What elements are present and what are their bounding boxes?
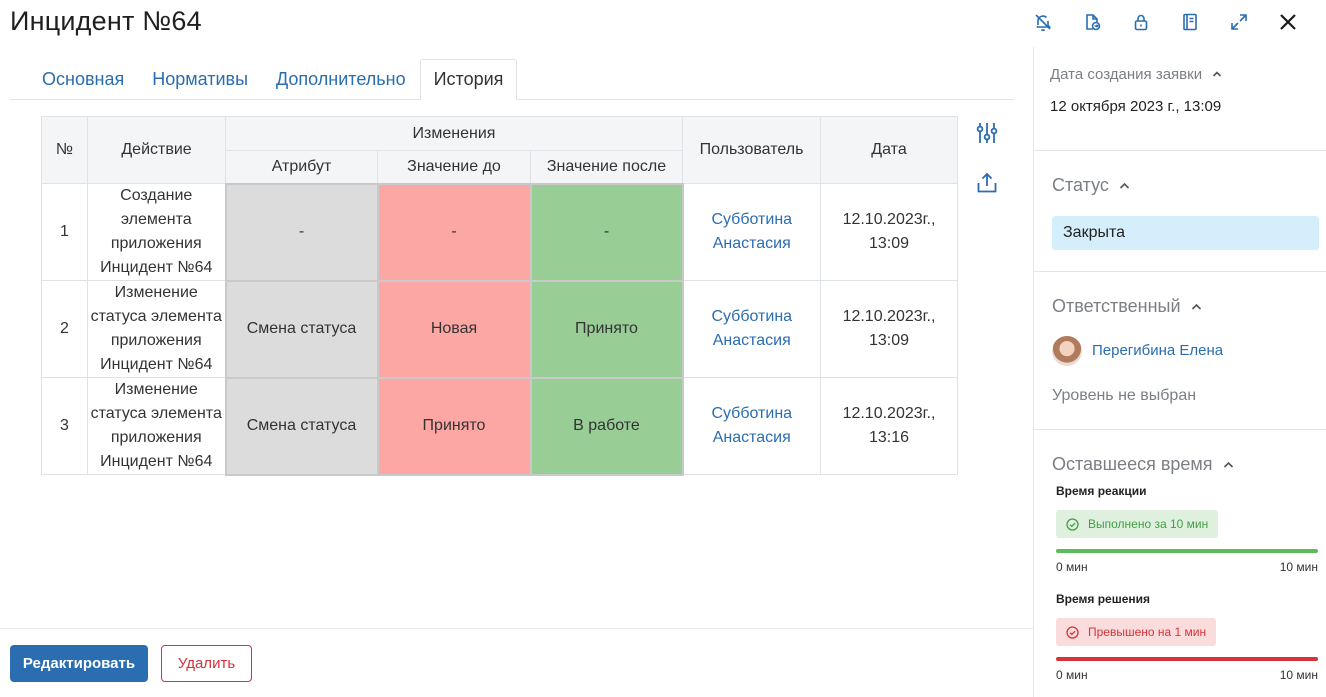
cell-after: - xyxy=(529,182,684,282)
user-link[interactable]: Субботина Анастасия xyxy=(711,405,792,446)
resolution-status-badge: Превышено на 1 мин xyxy=(1056,618,1217,646)
reaction-status-badge: Выполнено за 10 мин xyxy=(1056,510,1219,538)
col-header-changes: Изменения xyxy=(225,116,683,151)
resolution-time-title: Время решения xyxy=(1056,592,1151,606)
resolution-max-label: 10 мин xyxy=(1279,668,1318,682)
chevron-up-icon xyxy=(1119,177,1130,195)
reaction-min-label: 0 мин xyxy=(1056,560,1088,574)
panel-divider xyxy=(1034,150,1326,151)
col-header-date: Дата xyxy=(820,116,958,184)
remaining-time-label: Оставшееся время xyxy=(1052,454,1213,474)
panel-divider xyxy=(1034,271,1326,272)
cell-attribute: Смена статуса xyxy=(224,376,379,476)
check-circle-icon xyxy=(1066,625,1079,639)
footer-divider xyxy=(0,628,1033,629)
history-table: № Действие Изменения Пользователь Дата А… xyxy=(41,116,958,476)
avatar xyxy=(1052,336,1082,366)
remaining-time-header[interactable]: Оставшееся время xyxy=(1052,454,1234,475)
tab-bar: Основная Нормативы Дополнительно История xyxy=(10,59,1014,100)
col-header-attribute: Атрибут xyxy=(225,150,378,184)
cell-action: Изменение статуса элемента приложения Ин… xyxy=(87,377,226,475)
page-title: Инцидент №64 xyxy=(10,6,202,36)
cell-before: - xyxy=(376,182,532,282)
cell-num: 3 xyxy=(41,377,88,475)
created-date-header[interactable]: Дата создания заявки xyxy=(1050,65,1222,83)
cell-after: Принято xyxy=(529,279,684,379)
responsible-header[interactable]: Ответственный xyxy=(1052,296,1202,317)
col-header-before: Значение до xyxy=(377,150,531,184)
cell-before: Новая xyxy=(376,279,532,379)
cell-num: 2 xyxy=(41,280,88,378)
col-header-num: № xyxy=(41,116,88,184)
cell-user: Субботина Анастасия xyxy=(682,183,821,281)
close-icon[interactable] xyxy=(1263,9,1312,35)
chevron-up-icon xyxy=(1191,298,1202,316)
chevron-up-icon xyxy=(1212,65,1222,83)
chevron-up-icon xyxy=(1223,456,1234,474)
reaction-max-label: 10 мин xyxy=(1279,560,1318,574)
lock-icon[interactable] xyxy=(1116,9,1165,35)
check-circle-icon xyxy=(1066,517,1079,531)
tab-additional[interactable]: Дополнительно xyxy=(262,59,420,99)
responsible-label: Ответственный xyxy=(1052,296,1181,316)
user-link[interactable]: Субботина Анастасия xyxy=(711,211,792,252)
resolution-progress-bar xyxy=(1056,657,1318,661)
user-link[interactable]: Субботина Анастасия xyxy=(711,308,792,349)
cell-action: Создание элемента приложения Инцидент №6… xyxy=(87,183,226,281)
status-badge: Закрыта xyxy=(1052,216,1319,250)
cell-before: Принято xyxy=(376,376,532,476)
cell-num: 1 xyxy=(41,183,88,281)
created-date-label: Дата создания заявки xyxy=(1050,65,1203,83)
document-export-icon[interactable] xyxy=(1067,9,1116,35)
filter-settings-icon[interactable] xyxy=(973,119,1001,147)
cell-user: Субботина Анастасия xyxy=(682,280,821,378)
table-row: 1 Создание элемента приложения Инцидент … xyxy=(41,182,958,282)
details-panel: Дата создания заявки 12 октября 2023 г.,… xyxy=(1033,47,1326,697)
reaction-time-title: Время реакции xyxy=(1056,484,1147,498)
cell-attribute: - xyxy=(224,182,379,282)
delete-button[interactable]: Удалить xyxy=(161,645,252,682)
cell-attribute: Смена статуса xyxy=(224,279,379,379)
cell-after: В работе xyxy=(529,376,684,476)
tab-history[interactable]: История xyxy=(419,59,518,100)
table-row: 3 Изменение статуса элемента приложения … xyxy=(41,376,958,476)
table-row: 2 Изменение статуса элемента приложения … xyxy=(41,279,958,379)
reaction-badge-text: Выполнено за 10 мин xyxy=(1088,517,1209,531)
responsible-user-link[interactable]: Перегибина Елена xyxy=(1092,342,1223,359)
reaction-progress-bar xyxy=(1056,549,1318,553)
cell-action: Изменение статуса элемента приложения Ин… xyxy=(87,280,226,378)
resolution-min-label: 0 мин xyxy=(1056,668,1088,682)
col-header-action: Действие xyxy=(87,116,226,184)
tab-norms[interactable]: Нормативы xyxy=(138,59,262,99)
export-icon[interactable] xyxy=(973,169,1001,197)
status-header[interactable]: Статус xyxy=(1052,175,1130,196)
tab-main[interactable]: Основная xyxy=(10,59,138,99)
resolution-badge-text: Превышено на 1 мин xyxy=(1088,625,1207,639)
expand-icon[interactable] xyxy=(1214,9,1263,35)
level-text: Уровень не выбран xyxy=(1052,387,1197,404)
cell-date: 12.10.2023г., 13:16 xyxy=(820,377,958,475)
panel-divider xyxy=(1034,429,1326,430)
created-date-value: 12 октября 2023 г., 13:09 xyxy=(1050,98,1222,115)
book-icon[interactable] xyxy=(1165,9,1214,35)
cell-date: 12.10.2023г., 13:09 xyxy=(820,183,958,281)
edit-button[interactable]: Редактировать xyxy=(10,645,148,682)
bell-off-icon[interactable] xyxy=(1018,9,1067,35)
cell-date: 12.10.2023г., 13:09 xyxy=(820,280,958,378)
col-header-after: Значение после xyxy=(530,150,683,184)
toolbar xyxy=(1018,9,1312,35)
col-header-user: Пользователь xyxy=(682,116,821,184)
status-label: Статус xyxy=(1052,175,1109,195)
cell-user: Субботина Анастасия xyxy=(682,377,821,475)
